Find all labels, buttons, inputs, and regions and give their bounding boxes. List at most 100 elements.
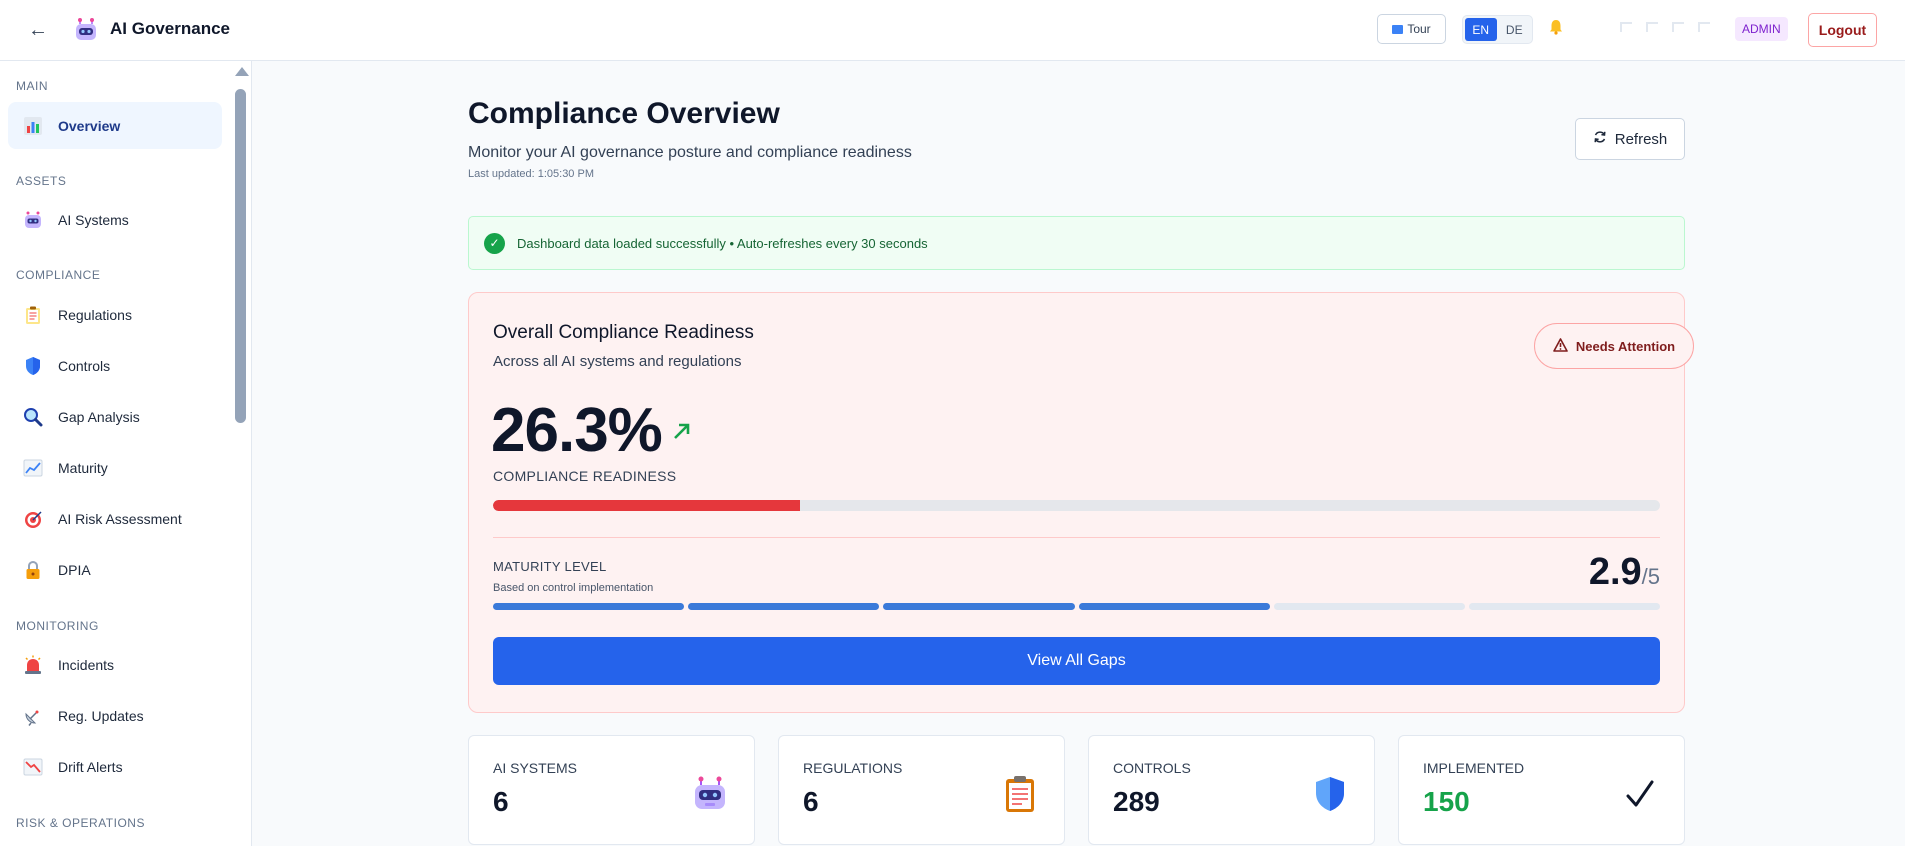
stat-label: IMPLEMENTED <box>1423 760 1525 776</box>
back-button[interactable]: ← <box>28 18 48 42</box>
logout-button[interactable]: Logout <box>1808 13 1877 47</box>
view-all-gaps-button[interactable]: View All Gaps <box>493 637 1660 685</box>
sidebar-item-dpia[interactable]: DPIA <box>8 546 222 593</box>
readiness-progress-fill <box>493 500 800 511</box>
sidebar-item-label: DPIA <box>58 561 91 578</box>
refresh-button[interactable]: Refresh <box>1575 118 1685 160</box>
scroll-thumb[interactable] <box>235 89 246 423</box>
stat-value: 289 <box>1113 786 1160 817</box>
sidebar-item-controls[interactable]: Controls <box>8 342 222 389</box>
readiness-label: COMPLIANCE READINESS <box>493 468 677 484</box>
faint-status-icons <box>1620 22 1710 32</box>
last-updated: Last updated: 1:05:30 PM <box>468 168 594 180</box>
tour-label: Tour <box>1407 22 1431 36</box>
sidebar-item-label: Gap Analysis <box>58 408 140 425</box>
sidebar-item-label: AI Risk Assessment <box>58 510 182 527</box>
sidebar-scrollbar[interactable] <box>233 67 249 846</box>
language-switcher: EN DE <box>1462 15 1533 44</box>
stat-label: CONTROLS <box>1113 760 1191 776</box>
check-circle-icon: ✓ <box>484 232 505 254</box>
sidebar-item-overview[interactable]: Overview <box>8 102 222 149</box>
sidebar-item-ai-risk-assessment[interactable]: AI Risk Assessment <box>8 495 222 542</box>
status-badge: Needs Attention <box>1534 323 1694 369</box>
stat-label: AI SYSTEMS <box>493 760 578 776</box>
satellite-icon <box>22 705 44 727</box>
stat-card-implemented[interactable]: IMPLEMENTED 150 <box>1398 735 1685 845</box>
refresh-icon <box>1593 130 1607 148</box>
stat-card-ai-systems[interactable]: AI SYSTEMS 6 <box>468 735 755 845</box>
maturity-segment <box>1468 603 1661 610</box>
faint-icon <box>1672 22 1684 32</box>
maturity-segment <box>688 603 880 610</box>
section-label-assets: ASSETS <box>16 174 67 188</box>
sidebar-item-label: AI Systems <box>58 211 129 228</box>
faint-icon <box>1698 22 1710 32</box>
main-content: Compliance Overview Monitor your AI gove… <box>253 61 1905 846</box>
warning-icon <box>1553 337 1568 355</box>
siren-icon <box>22 654 44 676</box>
status-label: Needs Attention <box>1575 338 1676 354</box>
down-chart-icon <box>22 756 44 778</box>
stat-card-regulations[interactable]: REGULATIONS 6 <box>778 735 1065 845</box>
sidebar-item-label: Reg. Updates <box>58 707 144 724</box>
sidebar-item-label: Maturity <box>58 459 108 476</box>
robot-logo-icon <box>72 16 100 44</box>
faint-icon <box>1620 22 1632 32</box>
sidebar-item-incidents[interactable]: Incidents <box>8 641 222 688</box>
stat-card-controls[interactable]: CONTROLS 289 <box>1088 735 1375 845</box>
maturity-value: 2.9 <box>1588 551 1642 593</box>
sidebar-item-label: Regulations <box>58 306 132 323</box>
clipboard-icon <box>22 304 44 326</box>
sidebar-item-maturity[interactable]: Maturity <box>8 444 222 491</box>
section-label-risk-operations: RISK & OPERATIONS <box>16 816 145 830</box>
sidebar-item-label: Overview <box>58 117 121 134</box>
sidebar-item-label: Drift Alerts <box>58 758 123 775</box>
clipboard-icon <box>1000 774 1040 814</box>
page-title: Compliance Overview <box>468 97 780 130</box>
maturity-segment <box>1078 603 1270 610</box>
robot-icon <box>22 209 44 231</box>
maturity-segment <box>883 603 1075 610</box>
checkmark-icon <box>1620 774 1660 814</box>
sidebar: MAIN Overview ASSETS AI Systems COMPLIAN… <box>0 61 252 846</box>
section-label-main: MAIN <box>16 79 48 93</box>
app-title: AI Governance <box>110 19 230 38</box>
maturity-segment <box>493 603 685 610</box>
maturity-label: MATURITY LEVEL <box>493 559 607 574</box>
faint-icon <box>1646 22 1658 32</box>
bell-icon[interactable] <box>1549 19 1563 40</box>
sidebar-item-reg-updates[interactable]: Reg. Updates <box>8 692 222 739</box>
language-de[interactable]: DE <box>1499 18 1531 41</box>
readiness-progress-bar <box>493 500 1660 511</box>
maturity-max: /5 <box>1641 564 1660 589</box>
sidebar-item-gap-analysis[interactable]: Gap Analysis <box>8 393 222 440</box>
section-label-compliance: COMPLIANCE <box>16 268 101 282</box>
page-subtitle: Monitor your AI governance posture and c… <box>468 144 912 161</box>
card-subtitle: Across all AI systems and regulations <box>493 353 742 370</box>
maturity-subtitle: Based on control implementation <box>493 582 654 594</box>
scroll-up-arrow-icon[interactable] <box>235 67 249 76</box>
language-en[interactable]: EN <box>1465 18 1497 41</box>
shield-icon <box>22 355 44 377</box>
compliance-readiness-card: Overall Compliance Readiness Across all … <box>468 292 1694 713</box>
sidebar-item-label: Incidents <box>58 656 115 673</box>
divider <box>493 537 1660 538</box>
trend-up-icon <box>671 418 693 449</box>
section-label-monitoring: MONITORING <box>16 619 99 633</box>
sidebar-item-label: Controls <box>58 357 111 374</box>
sidebar-item-drift-alerts[interactable]: Drift Alerts <box>8 743 222 790</box>
shield-icon <box>1310 774 1350 814</box>
tour-button[interactable]: Tour <box>1377 14 1446 44</box>
chart-icon <box>22 115 44 137</box>
stat-value: 6 <box>493 786 509 817</box>
line-chart-icon <box>22 457 44 479</box>
role-badge: ADMIN <box>1735 17 1788 41</box>
sidebar-item-regulations[interactable]: Regulations <box>8 291 222 338</box>
top-bar: ← AI Governance Tour EN DE ADMIN Logout <box>0 0 1905 61</box>
lock-icon <box>22 559 44 581</box>
target-icon <box>22 508 44 530</box>
sidebar-item-ai-systems[interactable]: AI Systems <box>8 196 222 243</box>
success-alert: ✓ Dashboard data loaded successfully • A… <box>468 216 1685 270</box>
card-title: Overall Compliance Readiness <box>493 322 754 343</box>
maturity-score: 2.9 /5 <box>1589 551 1660 594</box>
